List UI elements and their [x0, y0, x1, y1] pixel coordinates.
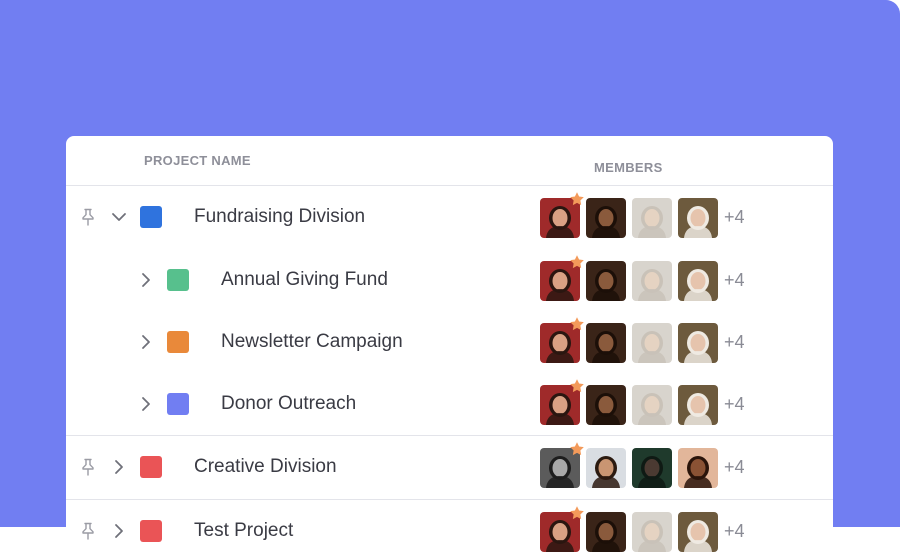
- pin-icon[interactable]: [78, 207, 98, 227]
- chevron-right-icon[interactable]: [137, 395, 155, 413]
- avatar[interactable]: [586, 197, 626, 238]
- chevron-down-icon[interactable]: [110, 208, 128, 226]
- table-header: PROJECT NAME MEMBERS: [66, 136, 833, 186]
- chevron-right-icon[interactable]: [137, 271, 155, 289]
- table-body: Fundraising Division +4 Annual Giving Fund…: [66, 186, 833, 556]
- project-color-swatch: [167, 393, 189, 415]
- project-name[interactable]: Annual Giving Fund: [221, 269, 388, 291]
- project-name[interactable]: Creative Division: [194, 456, 337, 478]
- avatar[interactable]: [632, 197, 672, 238]
- star-icon: [569, 316, 585, 332]
- table-row[interactable]: Annual Giving Fund +4: [66, 249, 833, 311]
- members-more-count[interactable]: +4: [724, 207, 745, 228]
- project-name[interactable]: Newsletter Campaign: [221, 331, 403, 353]
- avatar[interactable]: [540, 505, 584, 552]
- project-name[interactable]: Fundraising Division: [194, 206, 365, 228]
- pin-icon[interactable]: [78, 457, 98, 477]
- table-row[interactable]: Newsletter Campaign +4: [66, 311, 833, 373]
- avatar[interactable]: [678, 260, 718, 301]
- members-more-count[interactable]: +4: [724, 332, 745, 353]
- project-color-swatch: [140, 206, 162, 228]
- avatar[interactable]: [586, 511, 626, 552]
- members-group: +4: [540, 254, 745, 301]
- avatar[interactable]: [678, 384, 718, 425]
- members-more-count[interactable]: +4: [724, 270, 745, 291]
- avatar[interactable]: [678, 511, 718, 552]
- avatar[interactable]: [678, 322, 718, 363]
- chevron-right-icon[interactable]: [110, 522, 128, 540]
- pin-icon[interactable]: [78, 521, 98, 541]
- project-color-swatch: [167, 269, 189, 291]
- avatar[interactable]: [632, 511, 672, 552]
- members-more-count[interactable]: +4: [724, 457, 745, 478]
- project-color-swatch: [140, 520, 162, 542]
- members-group: +4: [540, 316, 745, 363]
- avatar[interactable]: [586, 447, 626, 488]
- project-name[interactable]: Test Project: [194, 520, 293, 542]
- project-color-swatch: [167, 331, 189, 353]
- column-header-members[interactable]: MEMBERS: [594, 147, 663, 188]
- column-header-project-name[interactable]: PROJECT NAME: [144, 153, 251, 168]
- chevron-right-icon[interactable]: [137, 333, 155, 351]
- avatar[interactable]: [632, 322, 672, 363]
- star-icon: [569, 254, 585, 270]
- table-row[interactable]: Test Project +4: [66, 499, 833, 556]
- members-group: +4: [540, 505, 745, 552]
- projects-table: PROJECT NAME MEMBERS Fundraising Divisio…: [66, 136, 833, 556]
- members-group: +4: [540, 378, 745, 425]
- members-group: +4: [540, 191, 745, 238]
- avatar[interactable]: [678, 197, 718, 238]
- members-more-count[interactable]: +4: [724, 394, 745, 415]
- avatar[interactable]: [540, 191, 584, 238]
- table-row[interactable]: Creative Division +4: [66, 435, 833, 499]
- avatar[interactable]: [540, 441, 584, 488]
- star-icon: [569, 378, 585, 394]
- avatar[interactable]: [586, 260, 626, 301]
- chevron-right-icon[interactable]: [110, 458, 128, 476]
- avatar[interactable]: [586, 384, 626, 425]
- project-color-swatch: [140, 456, 162, 478]
- avatar[interactable]: [632, 447, 672, 488]
- star-icon: [569, 191, 585, 207]
- avatar[interactable]: [540, 316, 584, 363]
- table-row[interactable]: Donor Outreach +4: [66, 373, 833, 435]
- star-icon: [569, 505, 585, 521]
- avatar[interactable]: [632, 384, 672, 425]
- members-more-count[interactable]: +4: [724, 521, 745, 542]
- avatar[interactable]: [540, 254, 584, 301]
- table-row[interactable]: Fundraising Division +4: [66, 186, 833, 249]
- avatar[interactable]: [586, 322, 626, 363]
- star-icon: [569, 441, 585, 457]
- members-group: +4: [540, 441, 745, 488]
- avatar[interactable]: [632, 260, 672, 301]
- project-name[interactable]: Donor Outreach: [221, 393, 356, 415]
- avatar[interactable]: [540, 378, 584, 425]
- avatar[interactable]: [678, 447, 718, 488]
